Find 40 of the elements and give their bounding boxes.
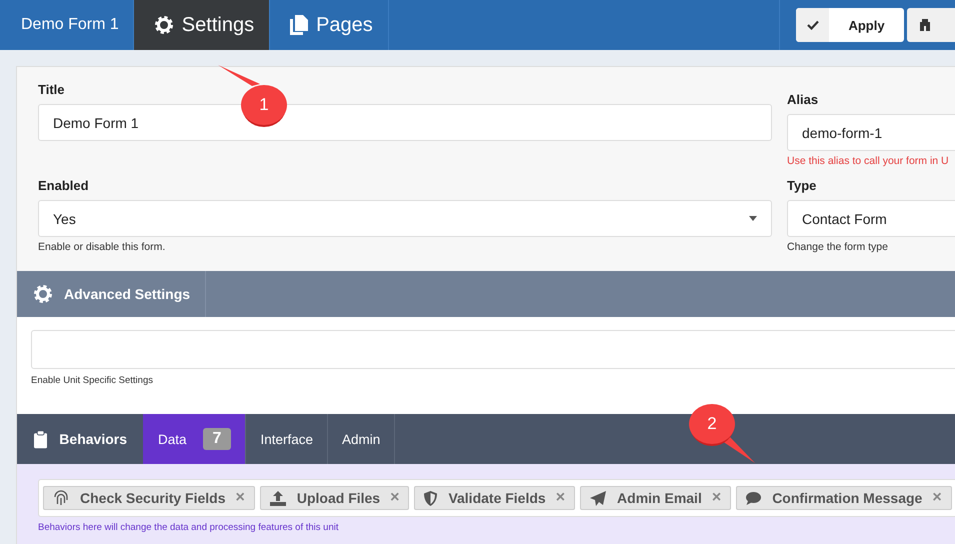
- field-label: Type: [787, 178, 818, 193]
- behavior-chip[interactable]: Confirmation Message ×: [736, 486, 952, 510]
- section-header: Advanced Settings: [17, 271, 206, 317]
- shield-icon: [424, 490, 438, 506]
- field-hint: Change the form type: [787, 241, 889, 254]
- check-icon: [806, 20, 818, 30]
- behavior-chip[interactable]: Validate Fields ×: [414, 486, 576, 510]
- field-label: Title: [38, 82, 66, 97]
- behavior-chip[interactable]: Admin Email ×: [580, 486, 732, 510]
- field-hint: Behaviors here will change the data and processing features of this unit: [38, 522, 340, 533]
- select-field[interactable]: Yes: [38, 200, 772, 237]
- apply-button[interactable]: Apply: [796, 8, 904, 42]
- field-label: Alias: [787, 92, 820, 107]
- field-hint: Use this alias to call your form in U: [787, 155, 950, 168]
- caret-icon: [749, 216, 757, 221]
- clipboard-icon: [34, 428, 48, 450]
- input-field[interactable]: [31, 330, 955, 369]
- gear-icon: [33, 284, 53, 304]
- nav-tab[interactable]: Settings: [134, 0, 270, 50]
- section-header: Behaviors: [17, 414, 143, 464]
- fingerprint-icon: [53, 490, 69, 506]
- input-field[interactable]: Contact Form: [787, 200, 955, 237]
- section-tab[interactable]: Interface: [246, 414, 328, 464]
- paper-plane-icon: [590, 490, 606, 506]
- pages-icon: [290, 15, 308, 35]
- field-hint: Enable or disable this form.: [38, 241, 166, 254]
- count-badge: 7: [202, 428, 232, 450]
- upload-icon: [270, 490, 286, 506]
- input-field[interactable]: demo-form-1: [787, 114, 955, 151]
- gear-icon: [154, 15, 174, 35]
- section-tab[interactable]: Admin: [328, 414, 396, 464]
- behavior-chip[interactable]: Check Security Fields ×: [43, 486, 255, 510]
- callout-badge: 2: [688, 403, 758, 465]
- field-hint: Enable Unit Specific Settings: [31, 375, 154, 388]
- toolbar-button[interactable]: [907, 8, 955, 42]
- field-label: Enabled: [38, 178, 90, 193]
- section-tab[interactable]: Data 7: [143, 414, 246, 464]
- behavior-chip[interactable]: Upload Files ×: [260, 486, 410, 510]
- speech-bubble-icon: [746, 492, 762, 504]
- nav-tab[interactable]: Pages: [270, 0, 389, 50]
